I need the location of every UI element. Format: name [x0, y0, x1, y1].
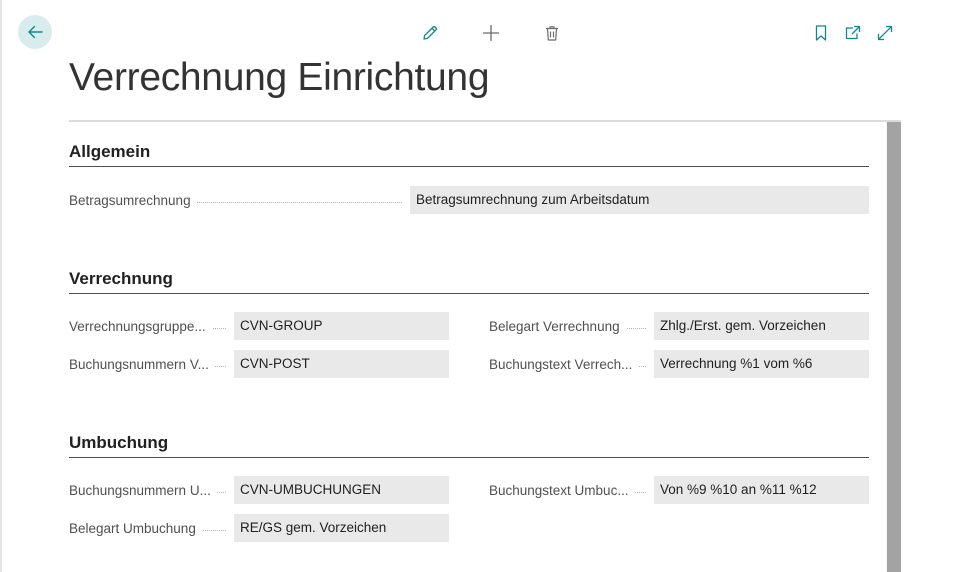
back-button[interactable] — [18, 15, 52, 49]
bookmark-button[interactable] — [810, 22, 832, 44]
field-label-verrechnungsgruppe: Verrechnungsgruppe... — [69, 313, 226, 341]
betragsumrechnung-field[interactable]: Betragsumrechnung zum Arbeitsdatum — [410, 186, 869, 214]
window-left-border — [0, 0, 2, 572]
page-title: Verrechnung Einrichtung — [69, 56, 490, 99]
section-title: Umbuchung — [69, 433, 169, 452]
bookmark-icon — [815, 25, 827, 41]
open-in-new-window-button[interactable] — [842, 22, 864, 44]
section-header-allgemein[interactable]: Allgemein — [69, 141, 869, 167]
section-title: Verrechnung — [69, 269, 173, 288]
trash-icon — [546, 26, 558, 41]
delete-button[interactable] — [541, 22, 563, 44]
label-text: Verrechnungsgruppe... — [69, 319, 212, 334]
field-label-belegart-verrechnung: Belegart Verrechnung — [489, 313, 646, 341]
new-button[interactable] — [480, 22, 502, 44]
field-label-buchungstext-verrechnung: Buchungstext Verrech... — [489, 351, 646, 379]
buchungsnummern-umbuchung-field[interactable]: CVN-UMBUCHUNGEN — [234, 476, 449, 504]
label-text: Betragsumrechnung — [69, 193, 197, 208]
open-in-new-icon — [845, 25, 861, 40]
label-text: Buchungstext Verrech... — [489, 357, 639, 372]
scrollbar-thumb[interactable] — [887, 122, 901, 572]
field-label-belegart-umbuchung: Belegart Umbuchung — [69, 515, 226, 543]
pencil-icon — [423, 25, 438, 40]
edit-button[interactable] — [419, 22, 441, 44]
label-text: Belegart Verrechnung — [489, 319, 626, 334]
field-label-buchungsnummern-umbuchung: Buchungsnummern U... — [69, 477, 226, 505]
expand-button[interactable] — [874, 22, 896, 44]
label-text: Buchungsnummern V... — [69, 357, 215, 372]
label-text: Buchungstext Umbuc... — [489, 483, 635, 498]
field-label-betragsumrechnung: Betragsumrechnung — [69, 187, 402, 215]
belegart-umbuchung-field[interactable]: RE/GS gem. Vorzeichen — [234, 514, 449, 542]
buchungstext-umbuchung-field[interactable]: Von %9 %10 an %11 %12 — [654, 476, 869, 504]
plus-icon — [482, 24, 500, 42]
section-title: Allgemein — [69, 142, 151, 161]
belegart-verrechnung-field[interactable]: Zhlg./Erst. gem. Vorzeichen — [654, 312, 869, 340]
field-label-buchungsnummern-verrechnung: Buchungsnummern V... — [69, 351, 226, 379]
label-text: Belegart Umbuchung — [69, 521, 202, 536]
field-label-buchungstext-umbuchung: Buchungstext Umbuc... — [489, 477, 646, 505]
buchungstext-verrechnung-field[interactable]: Verrechnung %1 vom %6 — [654, 350, 869, 378]
verrechnungsgruppe-field[interactable]: CVN-GROUP — [234, 312, 449, 340]
section-header-umbuchung[interactable]: Umbuchung — [69, 432, 869, 458]
buchungsnummern-verrechnung-field[interactable]: CVN-POST — [234, 350, 449, 378]
expand-icon — [877, 25, 893, 41]
arrow-left-icon — [28, 25, 43, 39]
section-header-verrechnung[interactable]: Verrechnung — [69, 268, 869, 294]
title-divider — [69, 120, 901, 122]
label-text: Buchungsnummern U... — [69, 483, 217, 498]
